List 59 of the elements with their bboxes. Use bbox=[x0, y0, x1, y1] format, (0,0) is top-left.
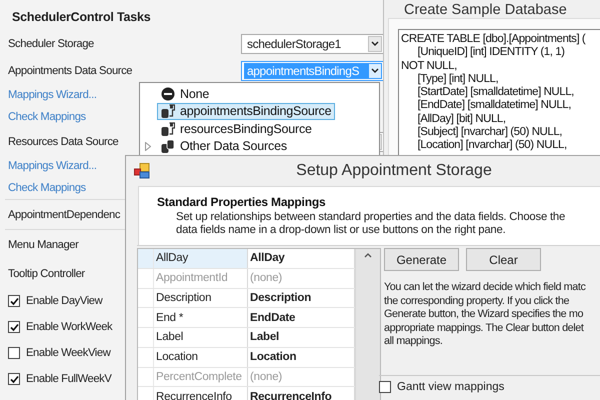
field-cell[interactable]: Label bbox=[248, 328, 355, 347]
help-text-line: You can let the wizard decide which field matc bbox=[384, 281, 586, 294]
field-label: Resources Data Source bbox=[8, 136, 118, 148]
field-cell[interactable]: Description bbox=[248, 288, 355, 308]
field-cell[interactable]: RecurrenceInfo bbox=[248, 387, 355, 400]
section-title: Standard Properties Mappings bbox=[157, 195, 326, 209]
panel-title: SchedulerControl Tasks bbox=[11, 9, 152, 26]
database-icon bbox=[161, 122, 175, 136]
dropdown-option[interactable]: resourcesBindingSource bbox=[157, 120, 316, 138]
dialog-button[interactable]: Clear bbox=[466, 248, 541, 271]
window-title: Setup Appointment Storage bbox=[295, 162, 493, 180]
property-cell[interactable]: Description bbox=[154, 288, 248, 308]
checkbox-label[interactable]: Enable WorkWeek bbox=[26, 321, 112, 333]
dropdown-option[interactable]: None bbox=[157, 85, 214, 102]
task-link[interactable]: Check Mappings bbox=[8, 111, 86, 123]
help-text-line: the corresponding property. If you click the bbox=[384, 294, 570, 308]
task-item[interactable]: Tooltip Controller bbox=[8, 268, 85, 280]
dropdown-option[interactable]: Other Data Sources bbox=[157, 138, 291, 155]
property-cell[interactable]: AllDay bbox=[154, 249, 248, 268]
description-line: data fields name in a drop-down list or use buttons on the right pane. bbox=[175, 224, 507, 237]
dialog-button[interactable]: Generate bbox=[384, 248, 459, 271]
property-cell[interactable]: Location bbox=[154, 348, 248, 366]
dropdown-option[interactable]: appointmentsBindingSource bbox=[157, 102, 336, 120]
checkbox[interactable] bbox=[8, 373, 20, 385]
task-link[interactable]: Mappings Wizard... bbox=[8, 160, 97, 172]
help-text-line: appropriate mappings. The Clear button delet bbox=[384, 322, 585, 335]
checkbox-label[interactable]: Enable WeekView bbox=[26, 347, 110, 359]
task-link[interactable]: Mappings Wizard... bbox=[8, 89, 97, 101]
chevron-down-icon bbox=[371, 68, 379, 73]
property-cell[interactable]: Label bbox=[154, 328, 248, 347]
checkbox-label[interactable]: Enable DayView bbox=[26, 295, 102, 307]
field-cell[interactable]: AllDay bbox=[248, 249, 355, 268]
window-title: Create Sample Database bbox=[403, 1, 568, 18]
field-label: Scheduler Storage bbox=[8, 38, 94, 50]
checkbox-label[interactable]: Gantt view mappings bbox=[397, 381, 504, 393]
property-cell[interactable]: RecurrenceInfo bbox=[154, 387, 248, 400]
property-cell[interactable]: End * bbox=[154, 308, 248, 327]
no-entry-icon bbox=[161, 86, 175, 101]
description-line: Set up relationships between standard properties and the data fields. Choose the bbox=[175, 211, 566, 224]
checkbox[interactable] bbox=[8, 347, 20, 359]
task-item[interactable]: Menu Manager bbox=[8, 238, 78, 250]
data-source-combo[interactable]: schedulerStorage1 bbox=[241, 34, 385, 54]
app-icon bbox=[134, 163, 150, 179]
expand-icon[interactable] bbox=[145, 142, 151, 151]
task-item[interactable]: AppointmentDependenc bbox=[8, 208, 120, 220]
field-cell[interactable]: Location bbox=[248, 348, 355, 366]
checkbox[interactable] bbox=[8, 321, 20, 333]
help-text-line: all mappings. bbox=[384, 335, 444, 348]
checkbox[interactable] bbox=[8, 295, 20, 307]
databases-icon bbox=[161, 139, 175, 154]
chevron-down-icon bbox=[371, 41, 379, 46]
help-text-line: Generate button, the Wizard specifies the mo bbox=[384, 308, 584, 322]
scroll-up-icon[interactable] bbox=[364, 253, 372, 258]
task-link[interactable]: Check Mappings bbox=[8, 182, 86, 194]
field-label: Appointments Data Source bbox=[8, 64, 132, 76]
checkbox-label[interactable]: Enable FullWeekV bbox=[26, 373, 112, 385]
checkbox[interactable] bbox=[379, 381, 391, 393]
field-cell[interactable]: EndDate bbox=[248, 308, 355, 327]
database-icon bbox=[161, 104, 175, 118]
